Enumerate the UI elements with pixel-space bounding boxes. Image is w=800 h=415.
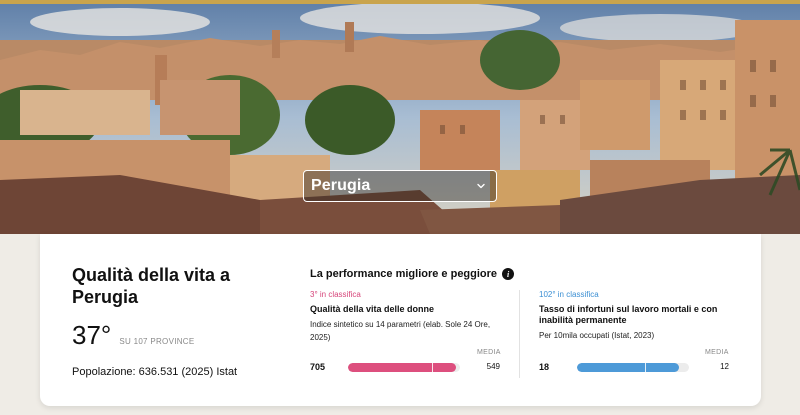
worst-indicator-description: Per 10mila occupati (Istat, 2023) [539, 331, 655, 340]
worst-indicator-rank: 102° in classifica [539, 290, 599, 299]
worst-indicator-average: 12 [720, 362, 729, 371]
quality-of-life-card: Qualità della vita a Perugia 37° SU 107 … [40, 234, 761, 406]
performance-title: La performance migliore e peggiore [310, 268, 498, 280]
worst-bar-track [577, 363, 689, 372]
population-info: Popolazione: 636.531 (2025) Istat [72, 366, 238, 378]
worst-indicator-bar: 18 12 [539, 362, 729, 376]
performance-heading: La performance migliore e peggiore i [310, 268, 515, 280]
city-select-dropdown[interactable]: Perugia [303, 170, 497, 202]
best-average-marker [432, 363, 433, 372]
info-icon[interactable]: i [502, 268, 515, 280]
best-bar-track [348, 363, 460, 372]
best-indicator-average: 549 [486, 362, 500, 371]
worst-indicator: 102° in classifica Tasso di infortuni su… [539, 290, 729, 342]
best-indicator-name: Qualità della vita delle donne [310, 304, 435, 314]
worst-indicator-name: Tasso di infortuni sul lavoro mortali e … [539, 304, 718, 325]
best-indicator-value: 705 [310, 362, 326, 372]
best-indicator-description: Indice sintetico su 14 parametri (elab. … [310, 320, 491, 342]
overall-rank-value: 37° [72, 320, 112, 350]
chevron-down-icon [477, 183, 485, 189]
best-indicator-bar: 705 549 [310, 362, 500, 376]
worst-indicator-value: 18 [539, 362, 550, 372]
page-title: Qualità della vita a Perugia [72, 265, 231, 307]
column-divider [519, 290, 520, 378]
best-indicator-rank: 3° in classifica [310, 290, 361, 299]
city-summary: Qualità della vita a Perugia 37° SU 107 … [72, 264, 272, 379]
best-indicator: 3° in classifica Qualità della vita dell… [310, 290, 500, 344]
overall-rank: 37° SU 107 PROVINCE [72, 320, 272, 350]
best-bar-fill [348, 363, 456, 372]
top-accent-strip [0, 0, 800, 4]
best-media-label: MEDIA [477, 349, 501, 356]
worst-bar-fill [577, 363, 679, 372]
city-select-value: Perugia [311, 177, 371, 194]
overall-rank-subtitle: SU 107 PROVINCE [119, 337, 195, 346]
worst-media-label: MEDIA [705, 349, 729, 356]
worst-average-marker [645, 363, 647, 372]
